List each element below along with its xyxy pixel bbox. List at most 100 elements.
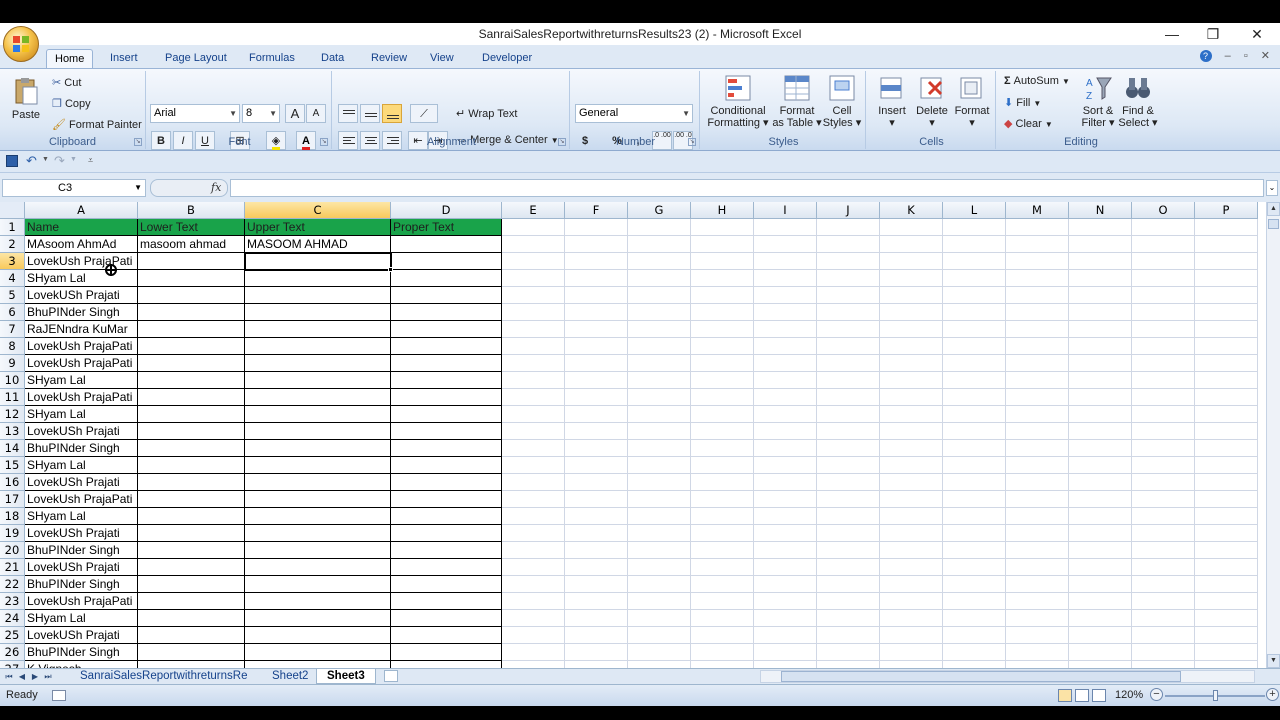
table-cell[interactable] <box>1195 219 1258 236</box>
table-cell[interactable] <box>943 508 1006 525</box>
row-header[interactable]: 20 <box>0 542 25 559</box>
font-launcher-icon[interactable]: ↘ <box>320 138 328 146</box>
table-cell[interactable] <box>817 372 880 389</box>
table-cell[interactable] <box>502 508 565 525</box>
ribbon-close-icon[interactable]: ✕ <box>1261 50 1270 62</box>
sheet-tab-sheet3[interactable]: Sheet3 <box>316 669 376 684</box>
table-cell[interactable] <box>943 627 1006 644</box>
table-cell[interactable] <box>1006 304 1069 321</box>
table-cell[interactable] <box>817 627 880 644</box>
table-cell[interactable] <box>754 491 817 508</box>
table-cell[interactable] <box>754 270 817 287</box>
find-select-button[interactable]: Find & Select ▾ <box>1118 73 1158 129</box>
table-cell[interactable] <box>138 253 245 270</box>
table-cell[interactable] <box>391 474 502 491</box>
table-cell[interactable] <box>391 423 502 440</box>
table-cell[interactable] <box>138 457 245 474</box>
select-all-corner[interactable] <box>0 202 25 219</box>
table-cell[interactable] <box>565 457 628 474</box>
sheet-tab-sanrai[interactable]: SanraiSalesReportwithreturnsRe <box>70 669 257 684</box>
table-cell[interactable] <box>565 525 628 542</box>
table-cell[interactable] <box>943 474 1006 491</box>
table-cell[interactable] <box>245 491 391 508</box>
table-cell[interactable] <box>1195 542 1258 559</box>
table-cell[interactable] <box>754 559 817 576</box>
table-cell[interactable] <box>817 423 880 440</box>
table-cell[interactable] <box>1132 338 1195 355</box>
page-break-view-icon[interactable] <box>1092 689 1106 702</box>
table-cell[interactable]: LovekUSh Prajati <box>25 287 138 304</box>
table-cell[interactable] <box>502 593 565 610</box>
table-cell[interactable] <box>1132 474 1195 491</box>
row-header[interactable]: 2 <box>0 236 25 253</box>
clear-button[interactable]: ◆ Clear ▼ <box>1004 117 1053 130</box>
sort-filter-button[interactable]: AZ Sort & Filter ▾ <box>1078 73 1118 129</box>
table-cell[interactable] <box>391 440 502 457</box>
table-cell[interactable] <box>245 304 391 321</box>
table-cell[interactable] <box>1069 576 1132 593</box>
tab-view[interactable]: View <box>422 49 462 69</box>
next-sheet-icon[interactable]: ▶ <box>30 670 40 683</box>
table-cell[interactable] <box>502 644 565 661</box>
table-cell[interactable] <box>245 338 391 355</box>
table-cell[interactable] <box>817 610 880 627</box>
table-cell[interactable] <box>691 593 754 610</box>
table-cell[interactable] <box>245 661 391 668</box>
table-cell[interactable] <box>1006 355 1069 372</box>
table-cell[interactable] <box>565 338 628 355</box>
tab-home[interactable]: Home <box>46 49 94 69</box>
table-cell[interactable] <box>138 644 245 661</box>
table-cell[interactable] <box>880 423 943 440</box>
page-layout-view-icon[interactable] <box>1075 689 1089 702</box>
table-cell[interactable] <box>754 406 817 423</box>
table-cell[interactable] <box>391 406 502 423</box>
table-cell[interactable] <box>138 661 245 668</box>
table-cell[interactable] <box>565 406 628 423</box>
table-cell[interactable] <box>1132 491 1195 508</box>
number-format-select[interactable]: General ▼ <box>575 104 693 123</box>
column-header-m[interactable]: M <box>1006 202 1069 219</box>
table-cell[interactable] <box>391 661 502 668</box>
table-cell[interactable] <box>1195 304 1258 321</box>
table-cell[interactable] <box>1132 576 1195 593</box>
table-cell[interactable] <box>1195 491 1258 508</box>
table-cell[interactable] <box>628 457 691 474</box>
table-cell[interactable] <box>1069 372 1132 389</box>
table-cell[interactable] <box>754 287 817 304</box>
table-cell[interactable] <box>1132 355 1195 372</box>
table-cell[interactable] <box>1069 219 1132 236</box>
insert-function-icon[interactable]: fx <box>211 181 221 194</box>
shrink-font-button[interactable]: A <box>306 104 326 123</box>
table-cell[interactable] <box>943 440 1006 457</box>
table-cell[interactable] <box>943 236 1006 253</box>
table-cell[interactable] <box>391 304 502 321</box>
grow-font-button[interactable]: A <box>285 104 305 123</box>
zoom-in-icon[interactable]: + <box>1266 688 1279 701</box>
table-cell[interactable] <box>754 661 817 668</box>
table-cell[interactable] <box>245 508 391 525</box>
table-cell[interactable] <box>138 355 245 372</box>
table-cell[interactable] <box>817 338 880 355</box>
table-cell[interactable]: LovekUSh Prajati <box>25 627 138 644</box>
table-cell[interactable] <box>1006 542 1069 559</box>
table-cell[interactable] <box>943 338 1006 355</box>
table-cell[interactable] <box>880 355 943 372</box>
table-cell[interactable] <box>1195 627 1258 644</box>
table-cell[interactable] <box>1069 508 1132 525</box>
table-cell[interactable] <box>691 287 754 304</box>
table-cell[interactable] <box>943 542 1006 559</box>
table-cell[interactable] <box>502 270 565 287</box>
row-header[interactable]: 26 <box>0 644 25 661</box>
table-cell[interactable] <box>138 372 245 389</box>
table-cell[interactable] <box>1132 627 1195 644</box>
table-cell[interactable] <box>138 304 245 321</box>
table-cell[interactable] <box>880 627 943 644</box>
table-cell[interactable] <box>754 610 817 627</box>
table-cell[interactable] <box>1069 525 1132 542</box>
table-cell[interactable] <box>1195 253 1258 270</box>
table-cell[interactable] <box>817 253 880 270</box>
table-cell[interactable] <box>1132 406 1195 423</box>
table-cell[interactable] <box>880 253 943 270</box>
table-cell[interactable] <box>1195 661 1258 668</box>
last-sheet-icon[interactable]: ⏭ <box>43 670 53 683</box>
